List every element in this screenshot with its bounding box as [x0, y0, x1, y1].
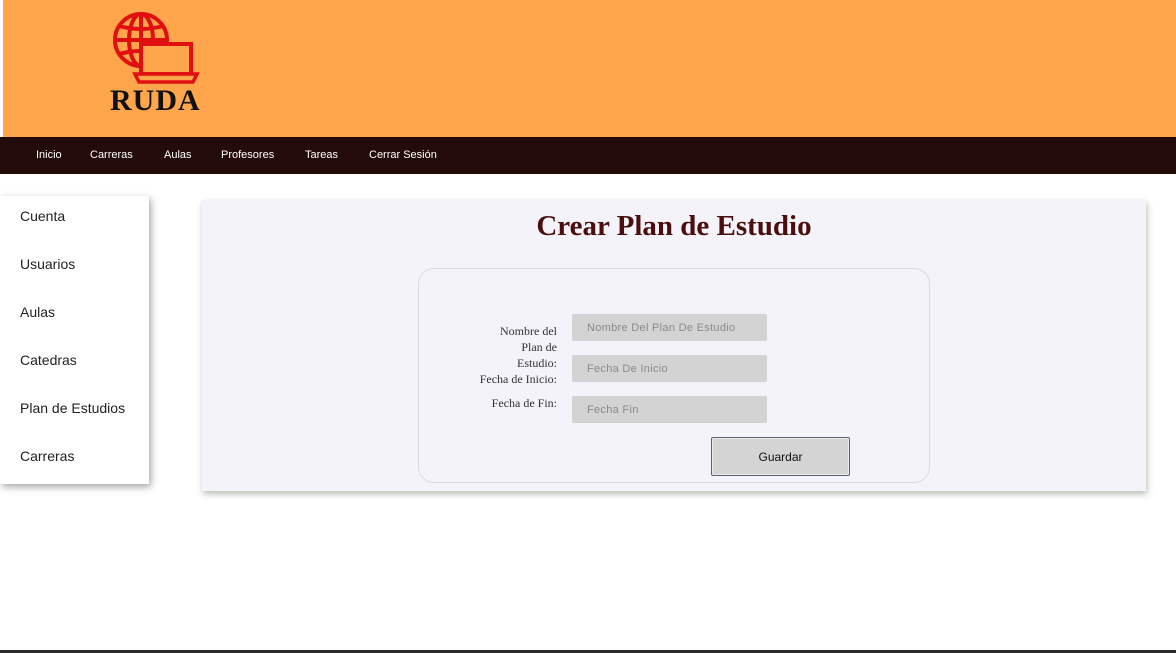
sidebar-item-catedras[interactable]: Catedras	[20, 350, 77, 370]
end-date-label: Fecha de Fin:	[491, 396, 557, 410]
form-labels: Nombre del Plan de Estudio: Fecha de Ini…	[479, 323, 557, 411]
name-field-label: Nombre del Plan de Estudio:	[500, 324, 557, 370]
start-date-label: Fecha de Inicio:	[479, 372, 557, 386]
top-navbar: Inicio Carreras Aulas Profesores Tareas …	[0, 137, 1176, 174]
main-panel: Crear Plan de Estudio Nombre del Plan de…	[202, 200, 1146, 491]
nav-item-carreras[interactable]: Carreras	[90, 137, 133, 174]
brand-name: RUDA	[110, 84, 201, 117]
sidebar-item-plan-de-estudios[interactable]: Plan de Estudios	[20, 398, 125, 418]
sidebar: Cuenta Usuarios Aulas Catedras Plan de E…	[0, 196, 149, 484]
page-title: Crear Plan de Estudio	[536, 210, 812, 242]
start-date-input[interactable]	[572, 355, 767, 382]
nav-item-profesores[interactable]: Profesores	[221, 137, 274, 174]
plan-form: Nombre del Plan de Estudio: Fecha de Ini…	[418, 268, 930, 483]
sidebar-item-carreras[interactable]: Carreras	[20, 446, 74, 466]
nav-item-cerrar-sesion[interactable]: Cerrar Sesión	[369, 137, 437, 174]
sidebar-item-aulas[interactable]: Aulas	[20, 302, 55, 322]
sidebar-item-usuarios[interactable]: Usuarios	[20, 254, 75, 274]
plan-name-input[interactable]	[572, 314, 767, 341]
sidebar-item-cuenta[interactable]: Cuenta	[20, 206, 65, 226]
nav-item-inicio[interactable]: Inicio	[36, 137, 62, 174]
site-header: RUDA	[0, 0, 1176, 137]
save-button[interactable]: Guardar	[711, 437, 850, 476]
end-date-input[interactable]	[572, 396, 767, 423]
nav-item-aulas[interactable]: Aulas	[164, 137, 192, 174]
nav-item-tareas[interactable]: Tareas	[305, 137, 338, 174]
